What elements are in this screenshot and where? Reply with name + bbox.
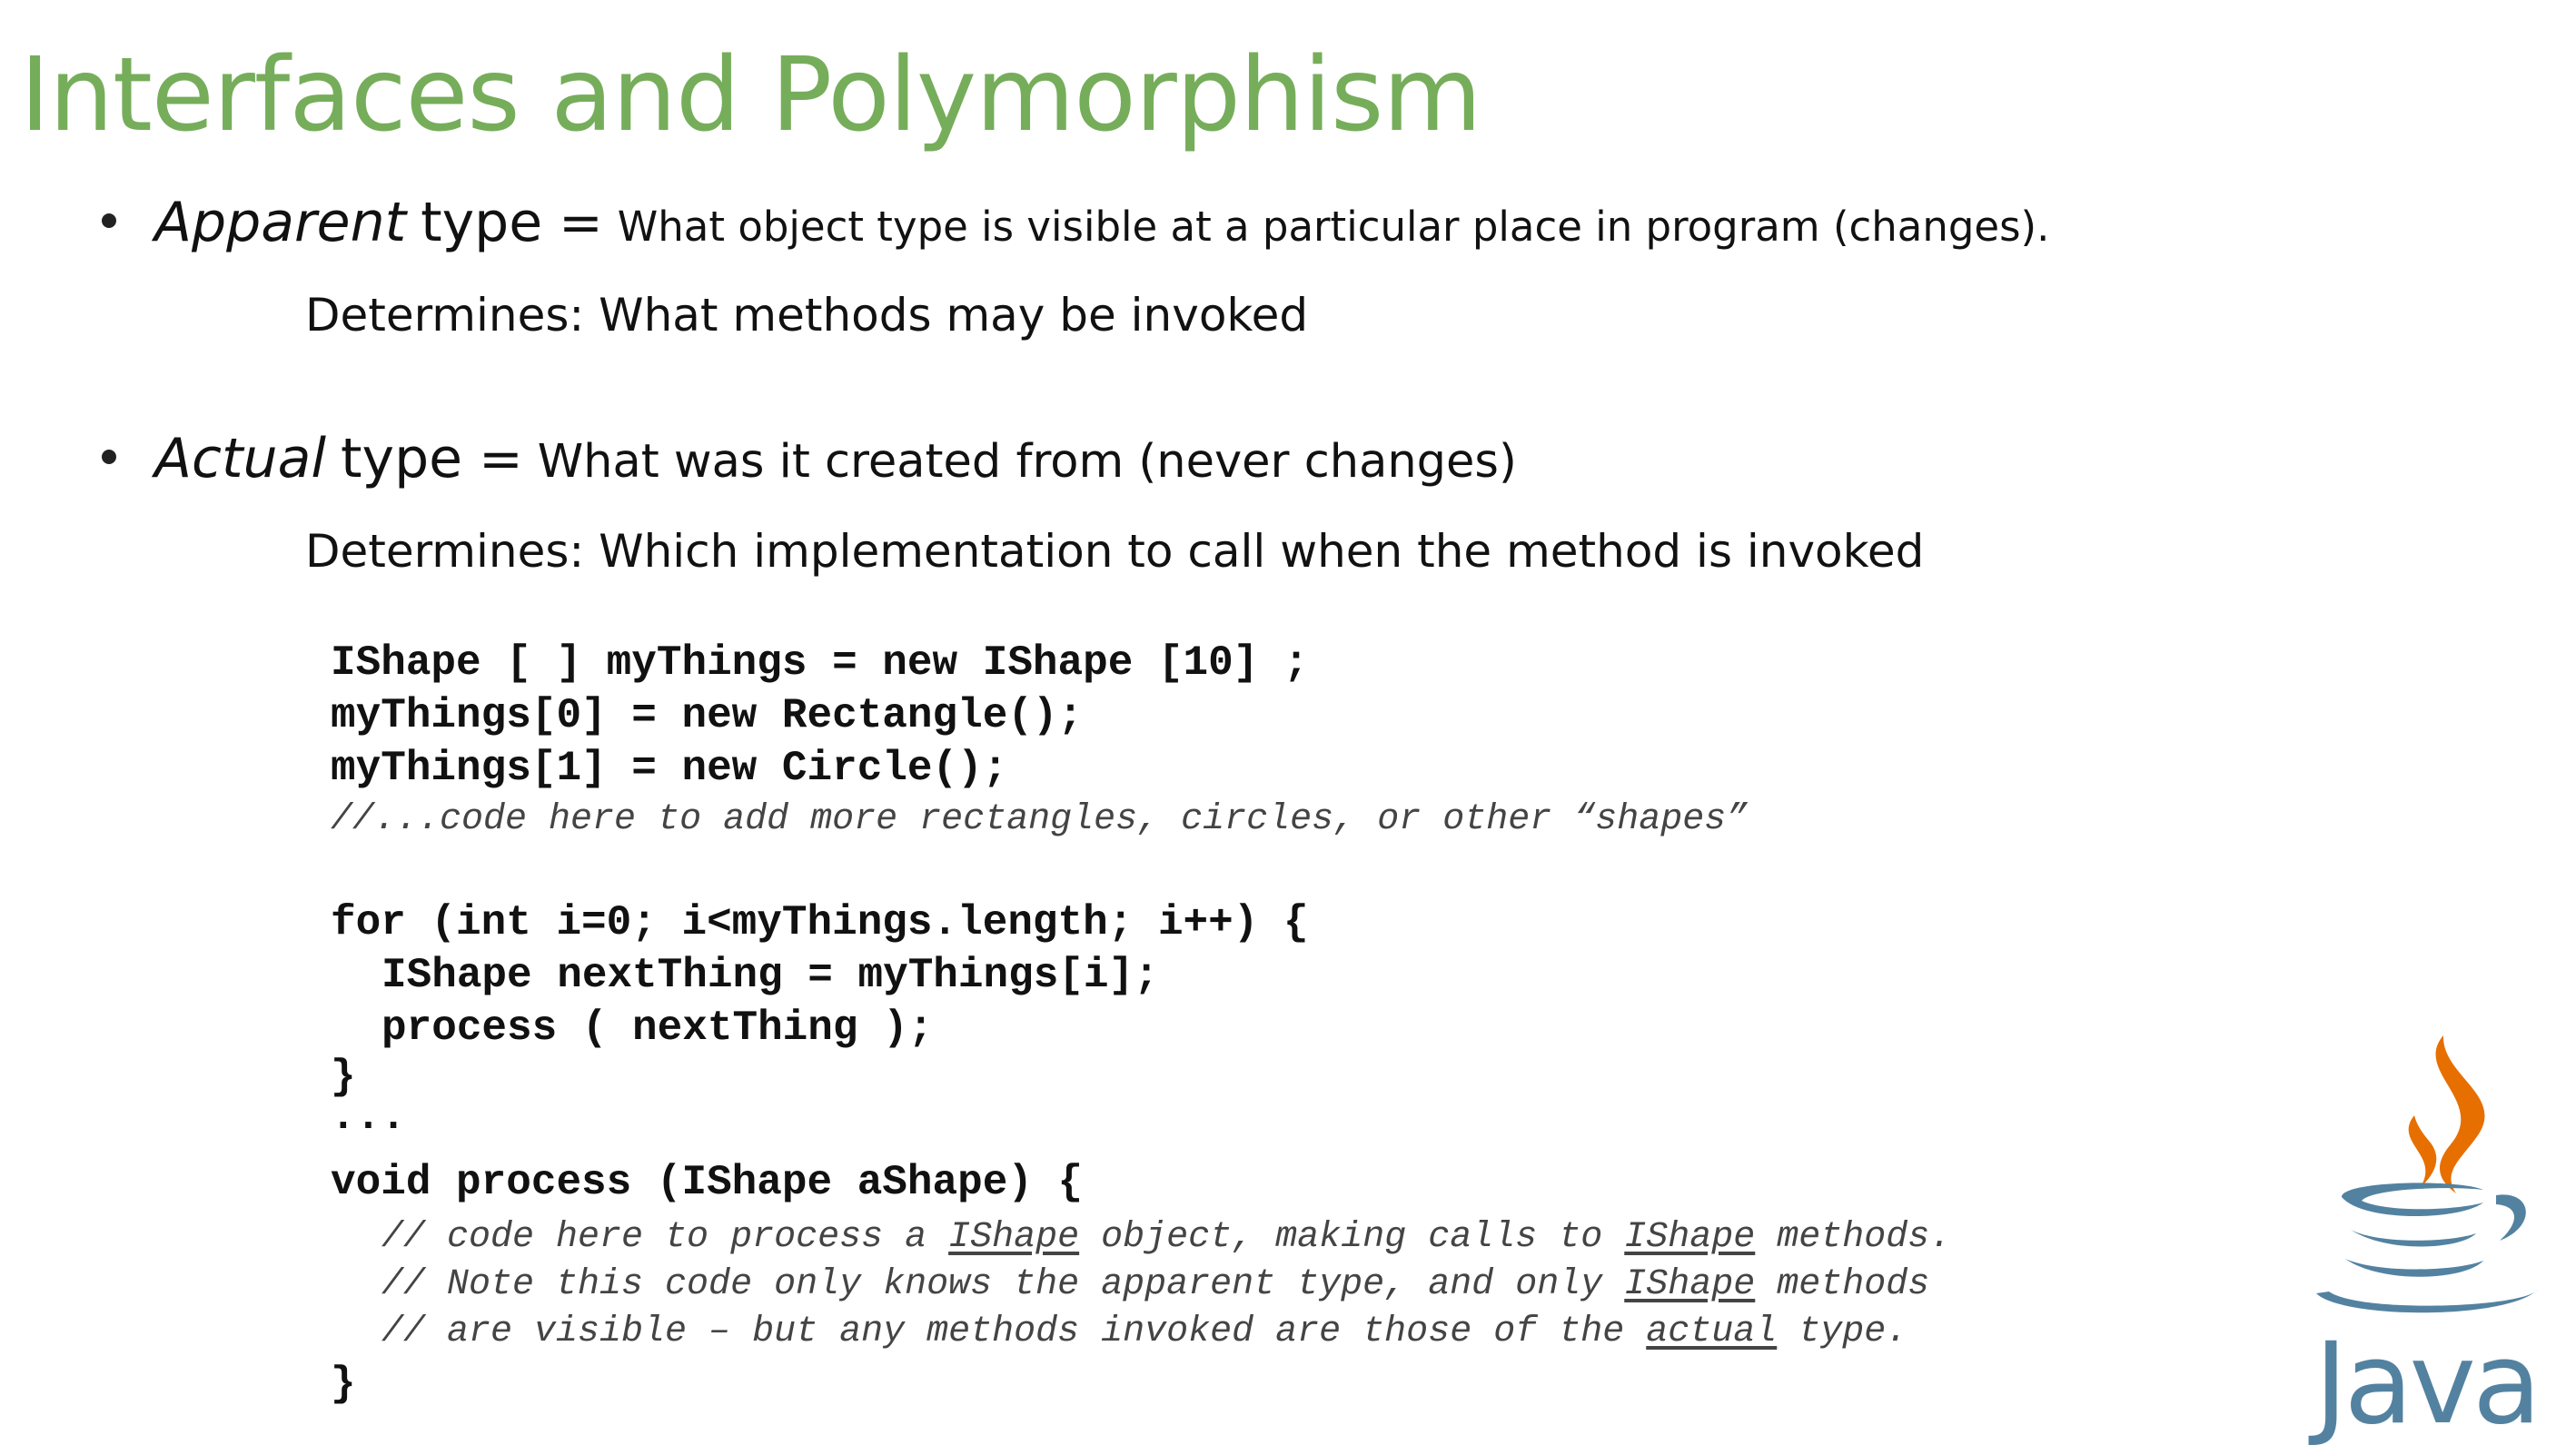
code-comment: // code here to process a IShape object,… — [331, 1217, 1951, 1258]
code-line: } — [331, 1361, 356, 1408]
actual-definition: What was it created from (never changes) — [537, 435, 1517, 489]
comment-underlined-ishape: IShape — [1624, 1264, 1756, 1305]
slide-title: Interfaces and Polymorphism — [20, 36, 1481, 154]
slide: Interfaces and Polymorphism Apparent typ… — [0, 0, 2576, 1455]
equals-sign: = — [479, 428, 523, 490]
code-comment: //...code here to add more rectangles, c… — [331, 799, 1749, 840]
comment-text: object, making calls to — [1079, 1217, 1625, 1258]
apparent-definition: What object type is visible at a particu… — [617, 203, 2050, 251]
bullet-actual-type: Actual type = What was it created from (… — [102, 427, 1517, 490]
term-apparent: Apparent — [154, 191, 407, 254]
comment-text: // code here to process a — [381, 1217, 949, 1258]
equals-sign: = — [559, 192, 603, 253]
comment-text: methods. — [1755, 1217, 1952, 1258]
code-line: myThings[0] = new Rectangle(); — [331, 692, 1084, 739]
comment-underlined-actual: actual — [1646, 1311, 1778, 1352]
code-line: myThings[1] = new Circle(); — [331, 745, 1008, 792]
term-type-word: type — [421, 191, 543, 254]
bullet-apparent-type: Apparent type = What object type is visi… — [102, 191, 2049, 254]
code-line: process ( nextThing ); — [381, 1005, 934, 1052]
comment-text: // Note this code only knows the apparen… — [381, 1264, 1625, 1305]
apparent-determines: Determines: What methods may be invoked — [305, 289, 1309, 341]
comment-underlined-ishape: IShape — [1624, 1217, 1756, 1258]
comment-underlined-ishape: IShape — [948, 1217, 1080, 1258]
code-line: for (int i=0; i<myThings.length; i++) { — [331, 899, 1309, 946]
term-type-word: type — [341, 427, 463, 490]
code-comment: // Note this code only knows the apparen… — [331, 1264, 1929, 1305]
code-comment: // are visible – but any methods invoked… — [331, 1311, 1907, 1352]
actual-determines: Determines: Which implementation to call… — [305, 525, 1925, 578]
code-line: IShape [ ] myThings = new IShape [10] ; — [331, 639, 1309, 687]
bullet-dot — [102, 213, 116, 228]
bullet-dot — [102, 450, 116, 464]
comment-text: type. — [1777, 1311, 1908, 1352]
comment-text: // are visible – but any methods invoked… — [381, 1311, 1647, 1352]
code-line: ... — [331, 1094, 406, 1141]
term-actual: Actual — [154, 427, 327, 490]
code-line: void process (IShape aShape) { — [331, 1159, 1084, 1206]
comment-text: methods — [1755, 1264, 1930, 1305]
code-line: IShape nextThing = myThings[i]; — [381, 952, 1159, 999]
java-logo-word: Java — [2314, 1319, 2541, 1450]
